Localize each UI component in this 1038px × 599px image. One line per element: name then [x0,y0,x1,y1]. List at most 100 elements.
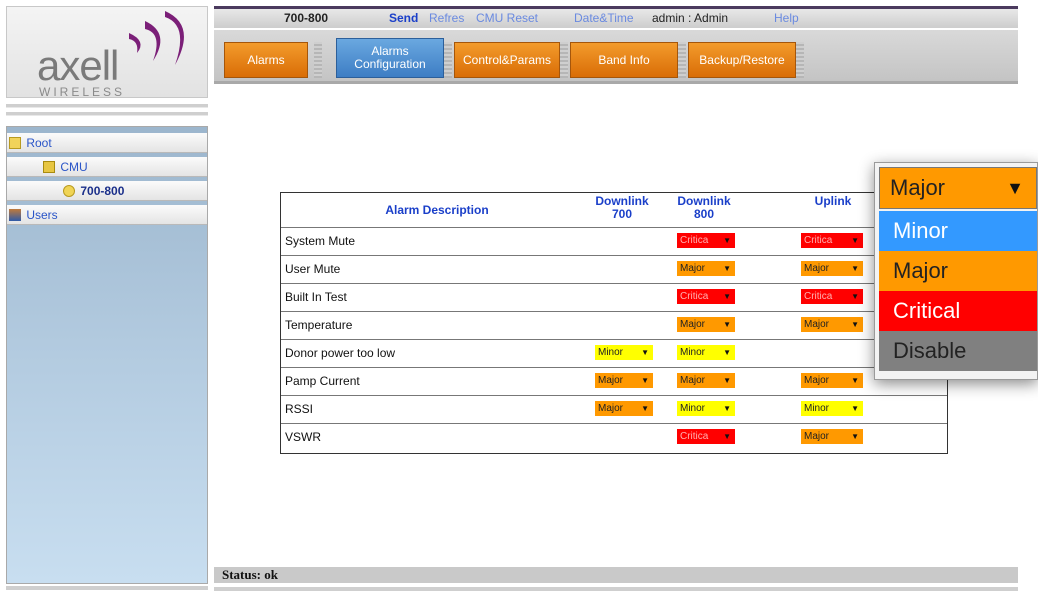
dropdown-arrow-icon: ▼ [723,348,731,357]
dropdown-arrow-icon: ▼ [723,432,731,441]
tree-label-users: Users [26,208,58,222]
axell-logo-mark-icon [129,11,184,65]
tab-alarms[interactable]: Alarms [224,42,308,78]
folder-icon [9,137,21,149]
tree-label-root: Root [26,136,52,150]
alarm-description: VSWR [285,430,321,444]
dropdown-arrow-icon: ▼ [723,320,731,329]
dropdown-arrow-icon: ▼ [851,264,859,273]
severity-value: Major [804,263,830,274]
divider [6,104,208,108]
alarm-description: RSSI [285,402,314,416]
tab-divider [678,42,686,78]
alarm-description: Donor power too low [285,346,396,360]
alarm-description: Pamp Current [285,374,360,388]
severity-select-dl700[interactable]: Major ▼ [595,401,653,416]
dropdown-arrow-icon: ▼ [851,432,859,441]
severity-select-ul[interactable]: Major ▼ [801,429,863,444]
send-link[interactable]: Send [389,11,418,25]
grid-icon [43,161,55,173]
severity-select-ul[interactable]: Major ▼ [801,373,863,388]
severity-select[interactable]: Major ▼ [879,167,1037,209]
severity-value: Major [598,375,624,386]
divider [214,587,1018,591]
tab-divider [796,42,804,78]
tab-backup-restore[interactable]: Backup/Restore [688,42,796,78]
severity-dropdown-zoom: Major ▼ Minor Major Critical Disable [874,162,1038,380]
divider [6,112,208,116]
tree-item-700-800[interactable]: 700-800 [7,181,207,201]
header-uplink: Uplink [814,194,852,208]
dropdown-arrow-icon: ▼ [851,404,859,413]
severity-select-dl800[interactable]: Minor ▼ [677,401,735,416]
severity-option-critical[interactable]: Critical [879,291,1037,331]
dropdown-arrow-icon: ▼ [723,236,731,245]
tree-label-cmu: CMU [60,160,88,174]
severity-option-minor[interactable]: Minor [879,211,1037,251]
severity-select-dl700[interactable]: Major ▼ [595,373,653,388]
severity-value: Critica [804,291,833,302]
tab-divider [444,42,452,78]
severity-select-dl800[interactable]: Major ▼ [677,317,735,332]
tree-item-root[interactable]: Root [7,133,207,153]
table-row: User Mute Major ▼ Major ▼ [281,255,947,283]
severity-select-dl700[interactable]: Minor ▼ [595,345,653,360]
severity-value: Major [680,319,706,330]
tree-label-node: 700-800 [80,184,125,198]
severity-value: Critica [680,431,709,442]
refresh-link[interactable]: Refres [429,11,464,25]
severity-select-ul[interactable]: Major ▼ [801,261,863,276]
severity-option-major[interactable]: Major [879,251,1037,291]
severity-value: Major [804,375,830,386]
table-row: Donor power too low Minor ▼ Minor ▼ [281,339,947,367]
dropdown-arrow-icon: ▼ [851,236,859,245]
severity-value: Major [804,431,830,442]
alarm-description: System Mute [285,234,356,248]
severity-value: Major [598,403,624,414]
dropdown-arrow-icon: ▼ [723,292,731,301]
severity-option-disable[interactable]: Disable [879,331,1037,371]
header-downlink-700-line2: 700 [611,207,633,221]
tree-sidebar: Root CMU 700-800 Users [6,126,208,584]
alarm-config-table: Alarm Description Downlink 700 Downlink … [280,192,948,454]
site-name: 700-800 [284,11,329,25]
severity-select-dl800[interactable]: Critica ▼ [677,233,735,248]
severity-value: Major [804,319,830,330]
tab-divider [314,42,322,78]
brand-name: axell [37,42,119,89]
severity-select-dl800[interactable]: Minor ▼ [677,345,735,360]
severity-select-ul[interactable]: Major ▼ [801,317,863,332]
tab-divider [560,42,568,78]
severity-select-dl800[interactable]: Critica ▼ [677,289,735,304]
datetime-link[interactable]: Date&Time [574,11,634,25]
tab-alarms-configuration[interactable]: Alarms Configuration [336,38,444,78]
table-row: System Mute Critica ▼ Critica ▼ [281,227,947,255]
help-link[interactable]: Help [774,11,799,25]
severity-value: Minor [680,347,706,358]
severity-select-ul[interactable]: Minor ▼ [801,401,863,416]
header-alarm-description: Alarm Description [385,203,489,217]
severity-value: Minor [598,347,624,358]
users-icon [9,209,21,221]
severity-value: Critica [680,291,709,302]
severity-select-dl800[interactable]: Major ▼ [677,373,735,388]
table-row: Pamp Current Major ▼ Major ▼ Major ▼ [281,367,947,395]
tree-item-cmu[interactable]: CMU [7,157,207,177]
severity-value: Minor [680,403,706,414]
cmu-reset-link[interactable]: CMU Reset [476,11,538,25]
tab-bar: Alarms Alarms Configuration Control&Para… [214,30,1018,84]
tab-band-info[interactable]: Band Info [570,42,678,78]
dropdown-arrow-icon: ▼ [641,348,649,357]
severity-select-dl800[interactable]: Major ▼ [677,261,735,276]
table-row: Temperature Major ▼ Major ▼ [281,311,947,339]
header-downlink-800: Downlink 800 [669,195,739,221]
severity-select-ul[interactable]: Critica ▼ [801,289,863,304]
dropdown-arrow-icon: ▼ [851,292,859,301]
severity-select-dl800[interactable]: Critica ▼ [677,429,735,444]
severity-select-ul[interactable]: Critica ▼ [801,233,863,248]
dropdown-arrow-icon: ▼ [723,376,731,385]
severity-value: Critica [680,235,709,246]
tab-control-params[interactable]: Control&Params [454,42,560,78]
dropdown-arrow-icon: ▼ [851,376,859,385]
tree-item-users[interactable]: Users [7,205,207,225]
